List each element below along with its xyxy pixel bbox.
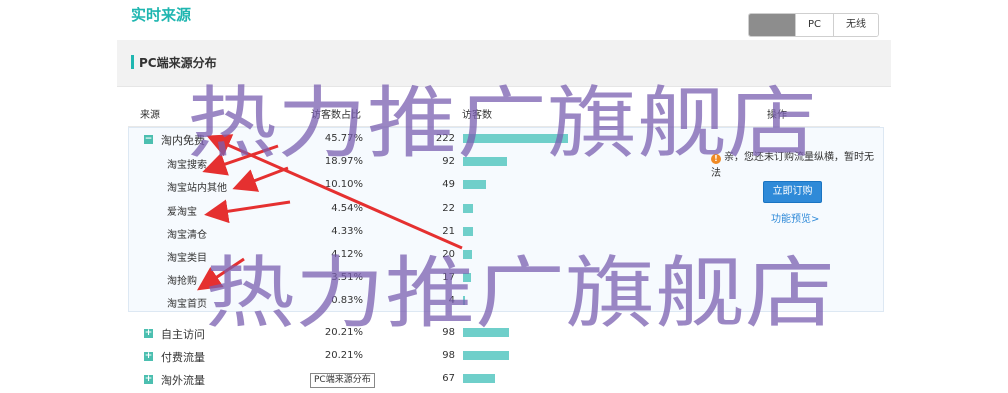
table-row[interactable]: + 付费流量 20.21% 98: [0, 347, 1008, 370]
table-row[interactable]: 淘宝清仓 4.33% 21: [0, 223, 1008, 246]
row-visitors: 98: [442, 326, 455, 338]
row-ratio: 0.83%: [331, 295, 363, 307]
row-visitors: 67: [442, 373, 455, 384]
row-visitors: 4: [448, 295, 455, 307]
row-ratio: 10.10%: [324, 179, 363, 191]
row-source-name: 淘宝清仓: [167, 229, 207, 241]
tab-all[interactable]: [749, 14, 795, 36]
row-visitors: 21: [442, 225, 455, 237]
expand-icon[interactable]: +: [144, 375, 153, 384]
feature-preview-link[interactable]: 功能预览>: [771, 210, 819, 225]
row-ratio: 20.21%: [324, 349, 363, 361]
row-visitor-bar: [463, 250, 472, 259]
table-row[interactable]: 淘宝类目 4.12% 20: [0, 246, 1008, 269]
table-row[interactable]: 爱淘宝 4.54% 22: [0, 200, 1008, 223]
row-visitors: 22: [442, 202, 455, 214]
device-toggle: PC 无线: [748, 13, 880, 37]
table-row[interactable]: 淘抢购 3.51% 17: [0, 269, 1008, 292]
row-ratio: 3.51%: [331, 272, 363, 284]
row-visitor-bar: [463, 327, 509, 337]
row-source-name: 淘宝站内其他: [167, 183, 227, 195]
collapse-icon[interactable]: −: [144, 135, 153, 144]
table-row[interactable]: +淘外流量13.81%67: [0, 370, 1008, 393]
row-ratio: 18.97%: [324, 156, 363, 168]
page-title: 实时来源: [131, 6, 192, 24]
row-visitor-bar: [463, 273, 471, 283]
table-row[interactable]: + 自主访问 20.21% 98: [0, 324, 1008, 347]
subscribe-button[interactable]: 立即订购: [763, 181, 822, 203]
row-source-name: 淘内免费: [161, 134, 205, 147]
panel-title: PC端来源分布: [139, 56, 217, 70]
panel-accent-bar: [131, 55, 134, 69]
row-ratio: 45.77%: [324, 133, 363, 144]
row-visitors: 17: [442, 272, 455, 284]
notice-line1: 亲，您还未订购流量纵横，暂时无法: [711, 152, 874, 179]
row-visitor-bar: [463, 203, 473, 213]
warning-icon: !: [711, 154, 721, 164]
panel-header: PC端来源分布: [117, 40, 891, 87]
row-source-name: 自主访问: [161, 327, 205, 341]
col-visitors: 访客数: [462, 110, 492, 121]
row-ratio: 20.21%: [324, 326, 363, 338]
col-action: 操作: [767, 110, 787, 121]
row-visitor-bar: [463, 180, 486, 190]
tab-pc[interactable]: PC: [795, 14, 834, 36]
row-visitor-bar: [463, 134, 568, 143]
row-visitor-bar: [463, 226, 473, 236]
row-source-name: 淘宝搜索: [167, 160, 207, 172]
row-visitor-bar: [463, 350, 509, 360]
row-visitors: 222: [435, 133, 455, 144]
row-source-name: 淘宝类目: [167, 253, 207, 264]
row-ratio: 4.12%: [331, 249, 363, 260]
row-visitors: 20: [442, 249, 455, 260]
expand-icon[interactable]: +: [144, 328, 153, 338]
col-ratio: 访客数占比: [311, 110, 361, 121]
row-visitors: 49: [442, 179, 455, 191]
row-source-name: 付费流量: [161, 350, 205, 364]
row-visitors: 98: [442, 349, 455, 361]
row-source-name: 淘抢购: [167, 276, 197, 288]
row-source-name: 淘宝首页: [167, 299, 207, 311]
table-row[interactable]: 淘宝首页 0.83% 4: [0, 292, 1008, 315]
expand-icon[interactable]: +: [144, 351, 153, 361]
col-source: 来源: [140, 110, 160, 121]
row-source-name: 爱淘宝: [167, 206, 197, 218]
row-ratio: 4.33%: [331, 225, 363, 237]
row-visitor-bar: [463, 157, 507, 167]
row-ratio: 4.54%: [331, 202, 363, 214]
tab-wireless[interactable]: 无线: [833, 14, 879, 36]
row-visitor-bar: [463, 296, 465, 306]
row-visitors: 92: [442, 156, 455, 168]
row-visitor-bar: [463, 374, 495, 383]
